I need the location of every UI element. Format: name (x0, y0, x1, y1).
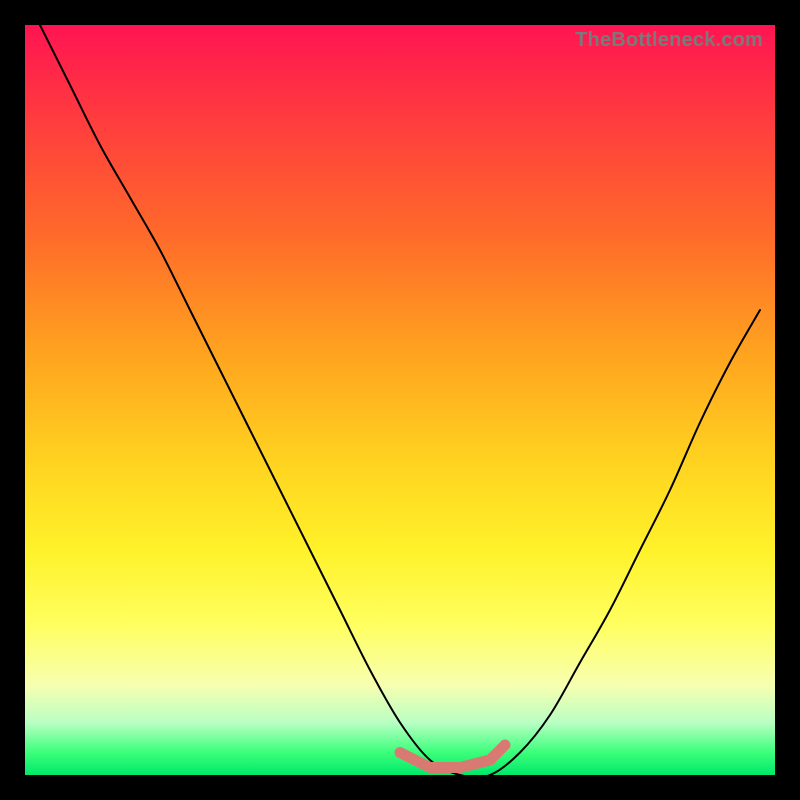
chart-frame: TheBottleneck.com (0, 0, 800, 800)
bottleneck-curve (40, 25, 760, 775)
curve-layer (25, 25, 775, 775)
highlight-band (400, 745, 505, 768)
plot-area: TheBottleneck.com (25, 25, 775, 775)
